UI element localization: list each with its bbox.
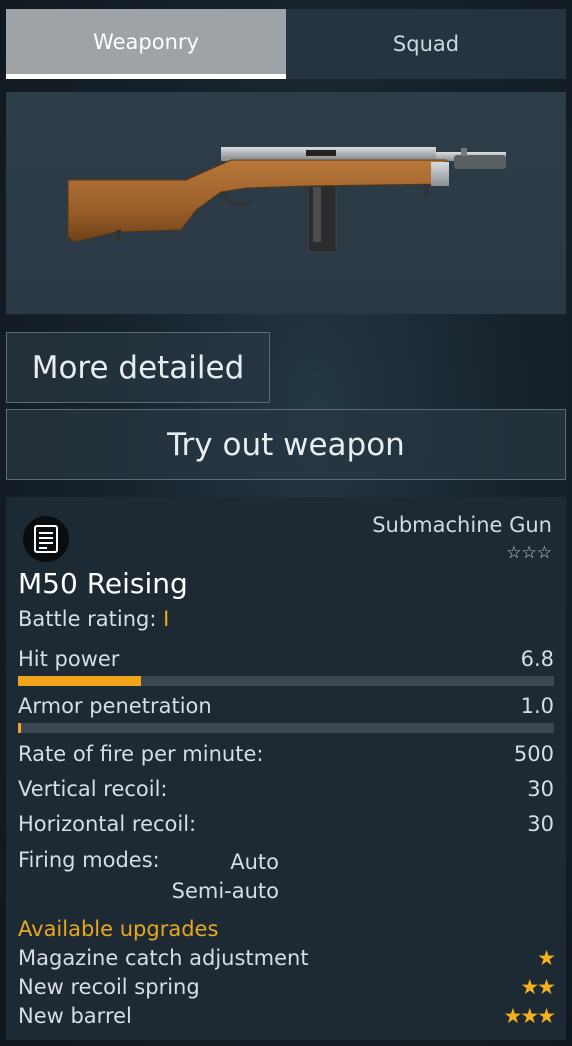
weapon-class: Submachine Gun [372, 513, 552, 537]
stat-label: Horizontal recoil: [18, 812, 197, 836]
hit-power-bar-fill [18, 676, 142, 686]
armor-penetration-bar-fill [18, 723, 21, 733]
weapon-class-icon [23, 516, 69, 562]
battle-rating-value: I [163, 607, 170, 631]
upgrades-title: Available upgrades [18, 917, 219, 941]
weapon-info-card: Submachine Gun ☆☆☆ M50 Reising Battle ra… [6, 497, 566, 1040]
stat-label: Rate of fire per minute: [18, 742, 264, 766]
upgrade-star-icon: ★★★ [503, 1004, 557, 1028]
stat-value: 500 [513, 742, 554, 766]
stat-label: Vertical recoil: [18, 777, 168, 801]
weapon-preview [6, 92, 566, 314]
upgrade-star-icon: ★ [537, 946, 556, 970]
upgrade-name: New recoil spring [18, 975, 200, 999]
firing-modes-label: Firing modes: [18, 848, 160, 872]
battle-rating-label: Battle rating: [18, 607, 157, 631]
stat-label: Hit power [18, 647, 120, 671]
armor-penetration-bar [18, 723, 554, 733]
upgrade-name: Magazine catch adjustment [18, 946, 309, 970]
firing-mode: Auto [230, 850, 279, 874]
upgrade-name: New barrel [18, 1004, 132, 1028]
firing-mode: Semi-auto [171, 879, 279, 903]
upgrade-star-icon: ★★ [520, 975, 556, 999]
class-rank-stars: ☆☆☆ [506, 543, 552, 563]
tab-weaponry[interactable]: Weaponry [6, 9, 286, 79]
firing-modes-list: Auto Semi-auto [169, 848, 279, 906]
stat-value: 6.8 [520, 647, 554, 671]
stat-label: Armor penetration [18, 694, 212, 718]
tab-bar: Weaponry Squad [6, 9, 566, 79]
stat-value: 30 [527, 777, 554, 801]
tab-squad[interactable]: Squad [286, 9, 566, 79]
stat-value: 1.0 [520, 694, 554, 718]
weapon-image [67, 147, 506, 253]
try-out-weapon-button[interactable]: Try out weapon [6, 409, 566, 480]
hit-power-bar [18, 676, 554, 686]
more-detailed-button[interactable]: More detailed [6, 332, 270, 403]
battle-rating: Battle rating: I [18, 607, 169, 631]
weapon-name: M50 Reising [18, 567, 188, 600]
stat-value: 30 [527, 812, 554, 836]
